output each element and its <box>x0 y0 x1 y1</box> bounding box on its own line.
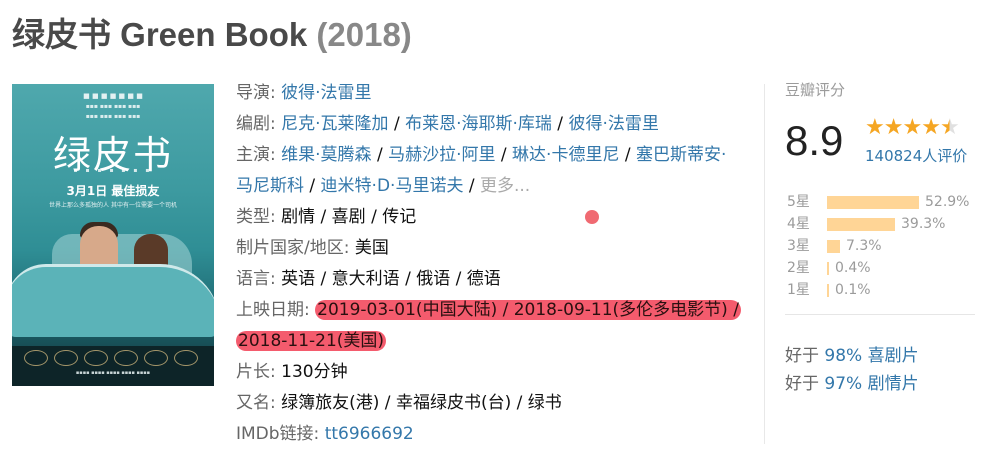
vertical-divider <box>764 84 765 444</box>
rating-bar-pct: 7.3% <box>846 238 882 254</box>
release-label: 上映日期: <box>236 300 310 320</box>
annotation-dot <box>585 210 599 224</box>
better-than-prefix: 好于 <box>785 346 819 366</box>
poster-laurel-icon <box>24 350 48 366</box>
movie-info: 导演: 彼得·法雷里 编剧: 尼克·瓦莱隆加 / 布莱恩·海耶斯·库瑞 / 彼得… <box>236 78 741 450</box>
director-label: 导演: <box>236 83 276 103</box>
rating-bar <box>827 284 829 297</box>
better-than-item: 好于 98% 喜剧片 <box>785 342 919 370</box>
cast-link[interactable]: 维果·莫腾森 <box>281 145 371 165</box>
director-link[interactable]: 彼得·法雷里 <box>281 83 371 103</box>
rating-bar-row[interactable]: 1星 0.1% <box>785 280 980 302</box>
poster-date: 3月1日 最佳损友 <box>66 184 160 198</box>
imdb-label: IMDb链接: <box>236 424 320 444</box>
rating-bar-label: 3星 <box>787 238 810 254</box>
better-than-genre-link[interactable]: 喜剧片 <box>868 346 919 366</box>
cast-more-link[interactable]: 更多... <box>480 176 530 196</box>
poster-credits: ▪▪▪▪ ▪▪▪▪ ▪▪▪▪ ▪▪▪▪ ▪▪▪▪ <box>75 370 151 376</box>
cast-link[interactable]: 迪米特·D·马里诺夫 <box>321 176 464 196</box>
poster-laurel-icon <box>144 350 168 366</box>
rating-bar <box>827 218 895 231</box>
poster-subtitle: ▪ ▪ ▪ ▪ ▪ ▪ ▪ <box>73 167 153 174</box>
star-full-icon: ★ <box>921 115 941 140</box>
star-full-icon: ★ <box>902 115 922 140</box>
cast-link[interactable]: 马赫沙拉·阿里 <box>388 145 495 165</box>
poster-awards: ▪▪▪ ▪▪▪ ▪▪▪ ▪▪▪ ▪▪▪ ▪▪▪ ▪▪▪ ▪▪▪ <box>85 103 141 120</box>
release-value-highlighted: 2019-03-01(中国大陆) / 2018-09-11(多伦多电影节) / … <box>236 300 741 351</box>
rating-bar-pct: 39.3% <box>901 216 946 232</box>
better-than-item: 好于 97% 剧情片 <box>785 370 919 398</box>
rating-bar-row[interactable]: 4星 39.3% <box>785 214 980 236</box>
country-label: 制片国家/地区: <box>236 238 350 258</box>
title-en: Green Book <box>120 16 308 53</box>
genre-value: 剧情 / 喜剧 / 传记 <box>281 207 417 227</box>
language-value: 英语 / 意大利语 / 俄语 / 德语 <box>281 269 501 289</box>
rating-bar-label: 2星 <box>787 260 810 276</box>
rating-votes-link[interactable]: 140824人评价 <box>865 146 967 166</box>
poster-top-text: ■ ■ ■ ■ ■ ■ ■ <box>83 92 143 100</box>
rating-bar-label: 1星 <box>787 282 810 298</box>
genre-label: 类型: <box>236 207 276 227</box>
info-language: 语言: 英语 / 意大利语 / 俄语 / 德语 <box>236 264 741 295</box>
better-than-prefix: 好于 <box>785 374 819 394</box>
title-cn: 绿皮书 <box>12 16 111 53</box>
info-country: 制片国家/地区: 美国 <box>236 233 741 264</box>
info-cast: 主演: 维果·莫腾森 / 马赫沙拉·阿里 / 琳达·卡德里尼 / 塞巴斯蒂安·马… <box>236 145 727 196</box>
poster-laurel-icon <box>174 350 198 366</box>
poster-tagline: 世界上那么多孤独的人 其中有一位需要一个司机 <box>49 202 177 209</box>
page-title: 绿皮书 Green Book (2018) <box>12 12 412 58</box>
info-aka: 又名: 绿簿旅友(港) / 幸福绿皮书(台) / 绿书 <box>236 388 741 419</box>
writer-link[interactable]: 布莱恩·海耶斯·库瑞 <box>405 114 552 134</box>
info-writer: 编剧: 尼克·瓦莱隆加 / 布莱恩·海耶斯·库瑞 / 彼得·法雷里 <box>236 114 659 134</box>
better-than-genre-link[interactable]: 剧情片 <box>868 374 919 394</box>
poster-car <box>12 264 214 337</box>
rating-panel: 豆瓣评分 8.9 ★★★★★ 140824人评价 5星 52.9% 4星 39.… <box>785 78 980 394</box>
rating-bar-label: 5星 <box>787 194 810 210</box>
aka-value: 绿簿旅友(港) / 幸福绿皮书(台) / 绿书 <box>281 393 562 413</box>
rating-bar-pct: 0.1% <box>835 282 871 298</box>
poster-laurel-icon <box>54 350 78 366</box>
cast-label: 主演: <box>236 145 276 165</box>
rating-divider <box>785 314 975 315</box>
writer-link[interactable]: 彼得·法雷里 <box>568 114 658 134</box>
info-release: 上映日期: 2019-03-01(中国大陆) / 2018-09-11(多伦多电… <box>236 295 741 357</box>
poster-laurel-icon <box>114 350 138 366</box>
aka-label: 又名: <box>236 393 276 413</box>
rating-distribution: 5星 52.9% 4星 39.3% 3星 7.3% 2星 0.4% 1星 0.1… <box>785 192 980 302</box>
better-than-pct-link[interactable]: 98% <box>824 346 862 366</box>
cast-link[interactable]: 琳达·卡德里尼 <box>512 145 619 165</box>
rating-bar <box>827 262 829 275</box>
better-than-pct-link[interactable]: 97% <box>824 374 862 394</box>
better-than: 好于 98% 喜剧片 好于 97% 剧情片 <box>785 342 919 398</box>
rating-stars: ★★★★★ <box>865 115 960 140</box>
rating-bar-row[interactable]: 3星 7.3% <box>785 236 980 258</box>
rating-title: 豆瓣评分 <box>785 81 846 99</box>
rating-bar <box>827 240 840 253</box>
rating-bar-row[interactable]: 5星 52.9% <box>785 192 980 214</box>
poster-laurel-icon <box>84 350 108 366</box>
rating-bar-label: 4星 <box>787 216 810 232</box>
rating-score: 8.9 <box>785 117 844 164</box>
runtime-label: 片长: <box>236 362 276 382</box>
rating-bar <box>827 196 919 209</box>
country-value: 美国 <box>354 238 389 258</box>
runtime-value: 130分钟 <box>281 362 348 382</box>
imdb-link[interactable]: tt6966692 <box>325 424 414 444</box>
rating-bar-pct: 52.9% <box>925 194 970 210</box>
movie-poster[interactable]: ■ ■ ■ ■ ■ ■ ■ ▪▪▪ ▪▪▪ ▪▪▪ ▪▪▪ ▪▪▪ ▪▪▪ ▪▪▪… <box>12 84 214 386</box>
star-full-icon: ★ <box>865 115 885 140</box>
rating-bar-row[interactable]: 2星 0.4% <box>785 258 980 280</box>
info-imdb: IMDb链接: tt6966692 <box>236 419 741 450</box>
star-half-icon: ★ <box>939 115 960 140</box>
info-genre: 类型: 剧情 / 喜剧 / 传记 <box>236 202 741 233</box>
info-director: 导演: 彼得·法雷里 <box>236 78 741 109</box>
title-year: (2018) <box>316 16 412 53</box>
language-label: 语言: <box>236 269 276 289</box>
writer-label: 编剧: <box>236 114 276 134</box>
writer-link[interactable]: 尼克·瓦莱隆加 <box>281 114 388 134</box>
rating-bar-pct: 0.4% <box>835 260 871 276</box>
star-full-icon: ★ <box>883 115 904 140</box>
info-runtime: 片长: 130分钟 <box>236 357 741 388</box>
